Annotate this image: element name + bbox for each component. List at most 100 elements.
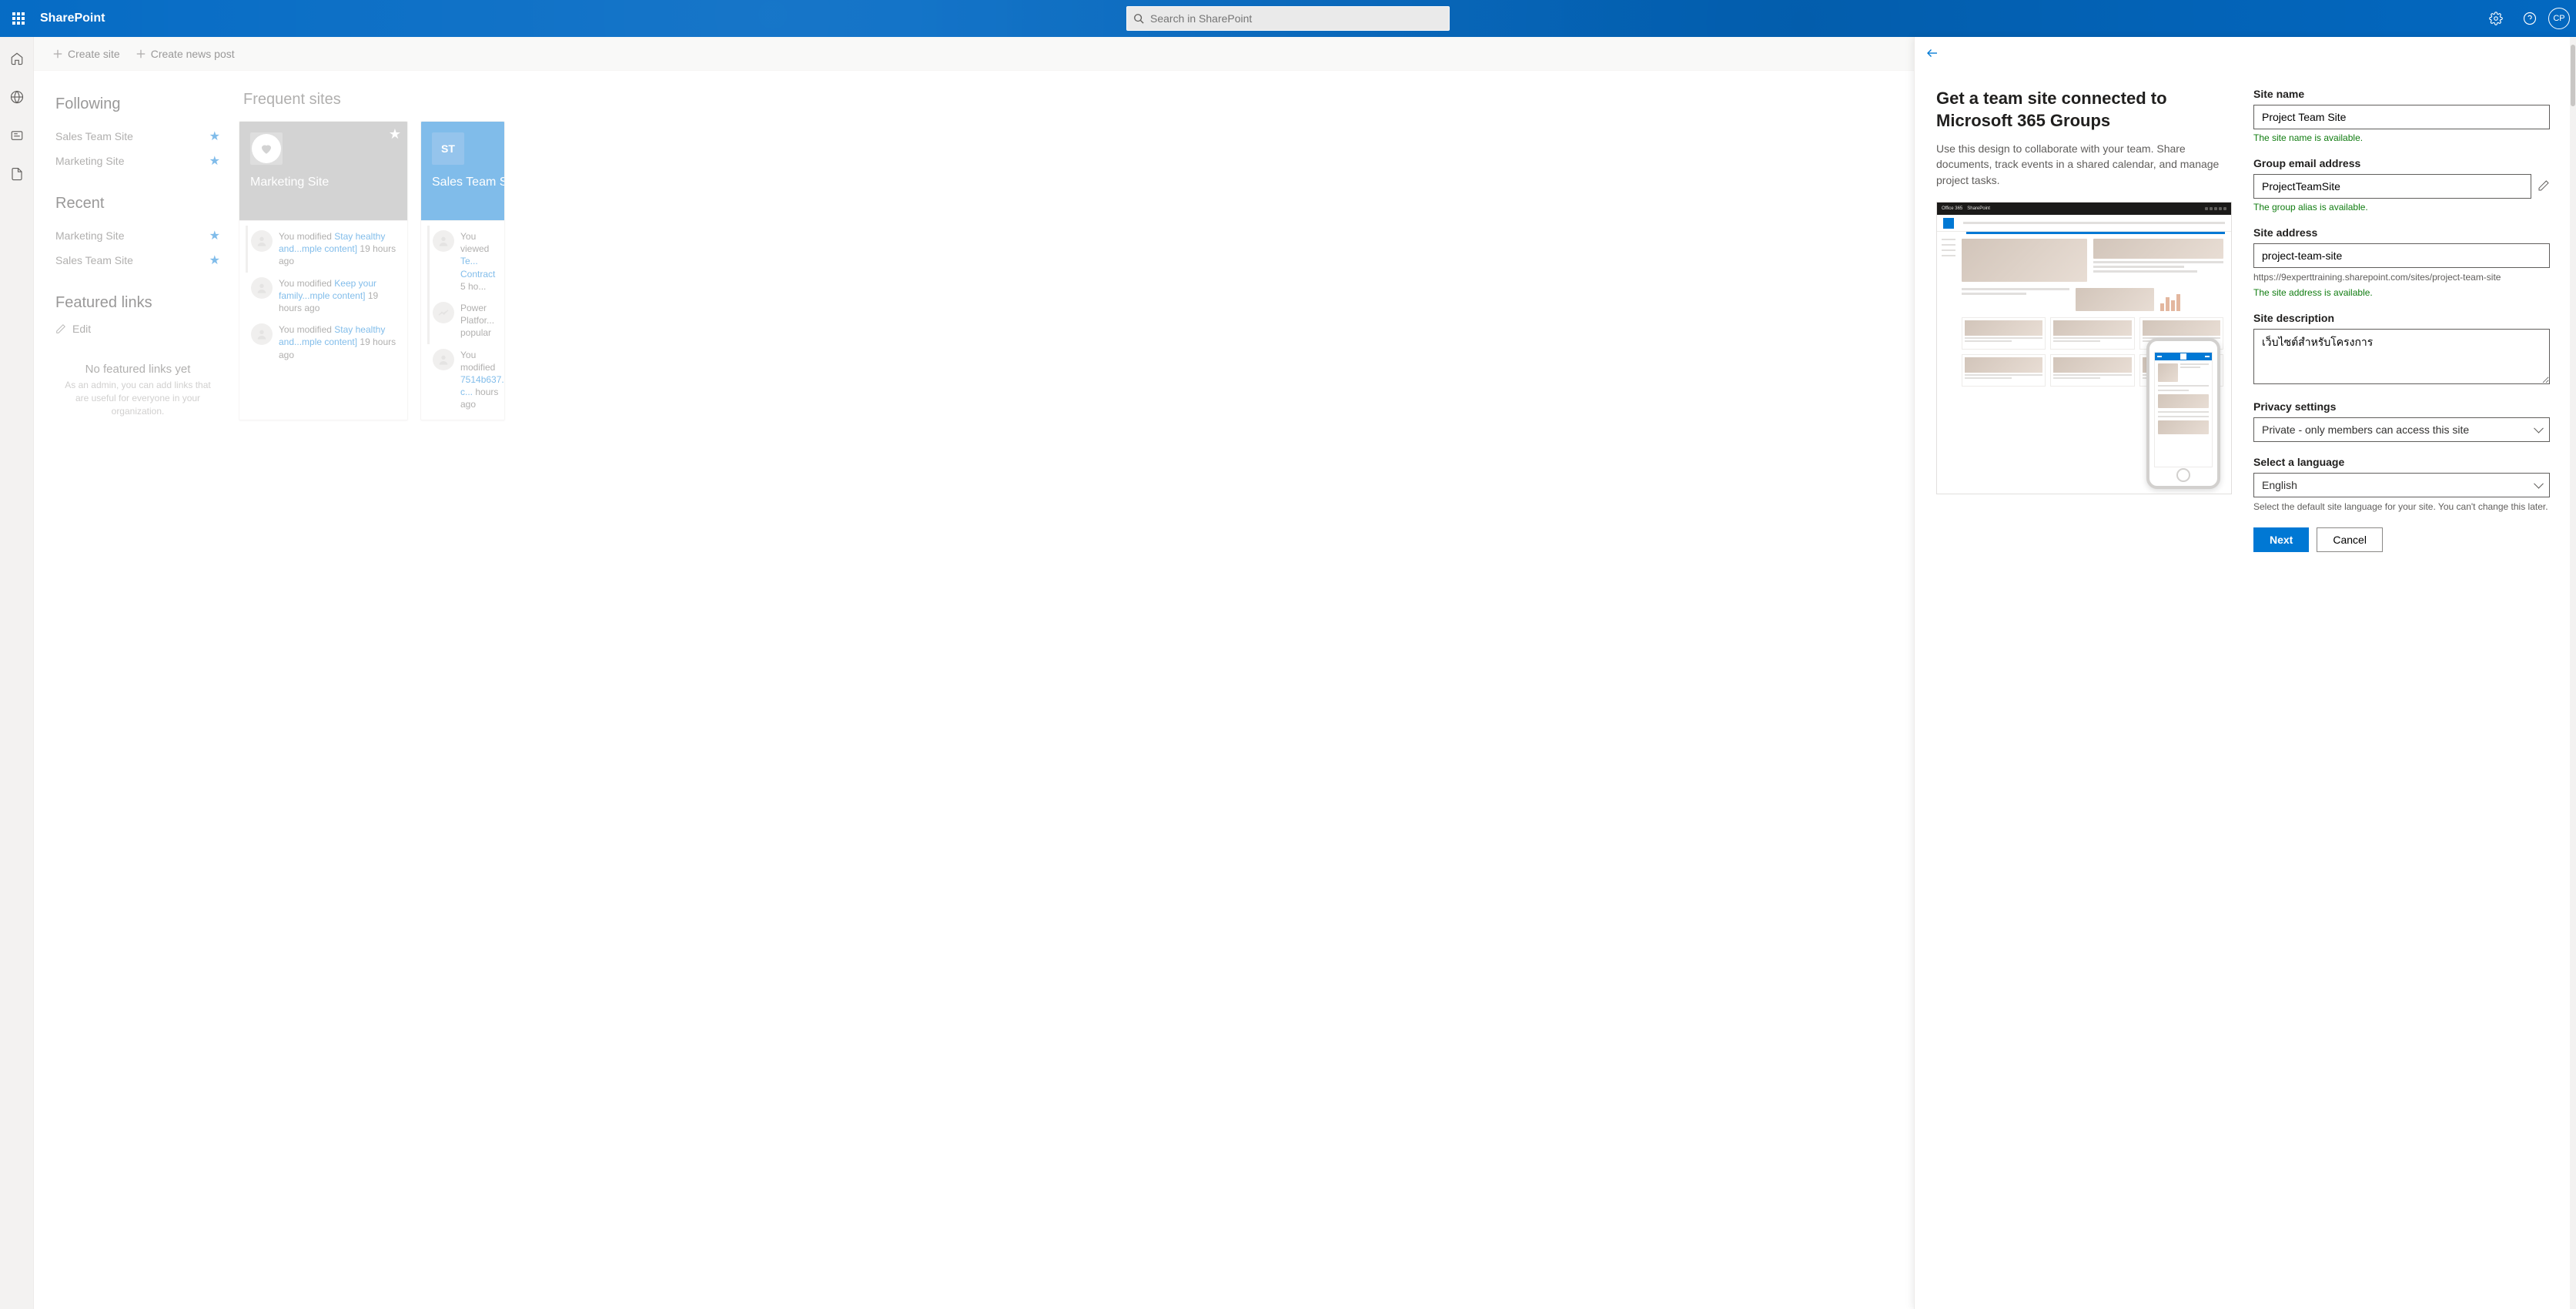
suite-bar: SharePoint CP [0,0,2576,37]
card-header: ★ Marketing Site [239,122,407,220]
site-name-ok: The site name is available. [2253,132,2550,143]
activity-row[interactable]: You modified 7514b637...-c... hours ago [427,344,498,416]
group-email-label: Group email address [2253,157,2550,169]
card-activity-list: You viewed Te... Contract 5 ho... Power … [421,220,504,420]
app-frame: Create site Create news post Following S… [0,37,2576,1309]
activity-row[interactable]: You modified Stay healthy and...mple con… [246,319,401,366]
panel-form: Site name The site name is available. Gr… [2253,37,2576,1309]
search-box[interactable] [1126,6,1450,31]
phone-preview [2146,338,2220,489]
card-title: Sales Team Site [432,165,493,189]
suite-right: CP [2481,0,2576,37]
pencil-icon [2538,179,2550,192]
card-activity-list: You modified Stay healthy and...mple con… [239,220,407,370]
site-description-label: Site description [2253,312,2550,324]
activity-row[interactable]: You viewed Te... Contract 5 ho... [427,226,498,297]
cancel-button[interactable]: Cancel [2317,527,2383,552]
user-avatar[interactable]: CP [2548,8,2570,29]
search-container [1126,6,1450,31]
panel-scrollbar[interactable] [2570,37,2576,1309]
language-label: Select a language [2253,456,2550,468]
star-icon[interactable]: ★ [209,253,220,268]
site-card[interactable]: ST Sales Team Site You viewed Te... Cont… [420,121,505,420]
activity-row[interactable]: You modified Keep your family...mple con… [246,273,401,320]
card-header: ST Sales Team Site [421,122,504,220]
form-buttons: Next Cancel [2253,527,2550,552]
trend-icon [433,302,454,323]
star-icon[interactable]: ★ [209,228,220,243]
site-preview: Office 365SharePoint [1936,202,2232,494]
create-site-panel: Get a team site connected to Microsoft 3… [1914,37,2576,1309]
waffle-icon [12,12,25,25]
panel-info: Get a team site connected to Microsoft 3… [1915,37,2253,1309]
next-button[interactable]: Next [2253,527,2309,552]
site-description-input[interactable] [2253,329,2550,384]
site-address-ok: The site address is available. [2253,287,2550,298]
group-email-ok: The group alias is available. [2253,202,2550,213]
recent-item[interactable]: Sales Team Site★ [55,248,220,273]
privacy-select[interactable]: Private - only members can access this s… [2253,417,2550,442]
site-name-label: Site name [2253,88,2550,100]
person-icon [251,277,273,299]
privacy-label: Privacy settings [2253,400,2550,413]
plus-icon [135,49,146,59]
gear-icon [2489,12,2503,25]
panel-back-button[interactable] [1925,46,1939,62]
following-heading: Following [55,95,220,113]
rail-files[interactable] [3,160,31,188]
create-site-label: Create site [68,48,120,60]
person-icon [251,323,273,345]
heart-icon [259,142,273,156]
panel-description: Use this design to collaborate with your… [1936,141,2232,188]
activity-row[interactable]: You modified Stay healthy and...mple con… [246,226,401,273]
featured-heading: Featured links [55,294,220,312]
card-title: Marketing Site [250,165,396,189]
site-address-input[interactable] [2253,243,2550,268]
rail-home[interactable] [3,45,31,72]
language-select[interactable]: English [2253,473,2550,497]
language-hint: Select the default site language for you… [2253,500,2550,514]
star-icon[interactable]: ★ [209,153,220,169]
file-icon [10,167,24,181]
create-news-button[interactable]: Create news post [135,48,235,60]
recent-heading: Recent [55,195,220,213]
home-icon [10,52,24,65]
help-button[interactable] [2514,0,2545,37]
app-name: SharePoint [37,12,105,25]
help-icon [2523,12,2537,25]
rail-globe[interactable] [3,83,31,111]
following-item[interactable]: Marketing Site★ [55,149,220,173]
site-name-input[interactable] [2253,105,2550,129]
search-input[interactable] [1150,12,1443,25]
star-icon[interactable]: ★ [209,129,220,144]
search-icon [1133,13,1144,24]
star-icon[interactable]: ★ [389,126,401,142]
panel-title: Get a team site connected to Microsoft 3… [1936,88,2232,132]
edit-alias-button[interactable] [2538,179,2550,194]
arrow-left-icon [1925,46,1939,60]
settings-button[interactable] [2481,0,2511,37]
create-site-button[interactable]: Create site [52,48,120,60]
news-icon [10,129,24,142]
pencil-icon [55,323,66,334]
following-item[interactable]: Sales Team Site★ [55,124,220,149]
left-nav: Following Sales Team Site★ Marketing Sit… [34,37,239,1309]
no-featured-links: No featured links yet As an admin, you c… [55,363,220,417]
page: Create site Create news post Following S… [34,37,2576,1309]
person-icon [433,349,454,370]
group-email-input[interactable] [2253,174,2531,199]
person-icon [433,230,454,252]
app-launcher-button[interactable] [0,0,37,37]
activity-row[interactable]: Power Platfor... popular [427,297,498,344]
site-tile [250,132,283,165]
person-icon [251,230,273,252]
site-card[interactable]: ★ Marketing Site You modified Stay healt… [239,121,408,420]
create-news-label: Create news post [151,48,235,60]
site-tile: ST [432,132,464,165]
featured-edit-button[interactable]: Edit [55,323,220,335]
app-rail [0,37,34,1309]
rail-news[interactable] [3,122,31,149]
plus-icon [52,49,63,59]
recent-item[interactable]: Marketing Site★ [55,223,220,248]
globe-icon [10,90,24,104]
